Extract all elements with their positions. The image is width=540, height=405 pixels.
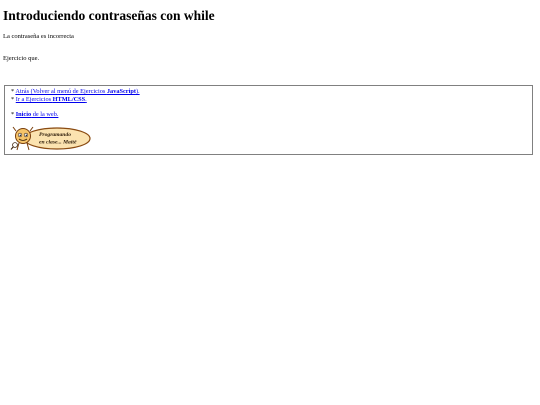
navigation-box: * Atrás (Volver al menú de Ejercicios Ja… bbox=[4, 85, 533, 155]
page-title: Introduciendo contraseñas con while bbox=[3, 8, 215, 23]
back-link-line: * Atrás (Volver al menú de Ejercicios Ja… bbox=[11, 88, 140, 96]
home-link-line: * Inicio de la web. bbox=[11, 111, 58, 119]
home-link-bold: Inicio bbox=[15, 111, 32, 118]
bullet: * bbox=[11, 88, 15, 95]
html-link-line: * Ir a Ejercicios HTML/CSS. bbox=[11, 96, 87, 104]
programando-en-clase-logo[interactable]: Programando en clase... Maitê bbox=[9, 125, 92, 152]
logo-line-1: Programando bbox=[39, 132, 71, 138]
back-to-javascript-link[interactable]: Atrás (Volver al menú de Ejercicios Java… bbox=[15, 88, 139, 95]
cartoon-character-icon bbox=[10, 126, 34, 151]
exercise-text: Ejercicio que. bbox=[3, 55, 40, 62]
html-link-end: . bbox=[85, 96, 87, 103]
home-link[interactable]: Inicio de la web. bbox=[16, 111, 59, 118]
home-link-text: de la web. bbox=[31, 111, 59, 118]
bullet: * bbox=[11, 111, 15, 118]
html-css-exercises-link[interactable]: Ir a Ejercicios HTML/CSS. bbox=[16, 96, 87, 103]
html-link-text: Ir a Ejercicios bbox=[15, 96, 53, 103]
bullet: * bbox=[11, 96, 15, 103]
logo-line-2: en clase... Maitê bbox=[39, 140, 77, 146]
password-status-message: La contraseña es incorrecta bbox=[3, 33, 74, 40]
html-link-bold: HTML/CSS bbox=[52, 96, 86, 103]
back-link-bold: JavaScript bbox=[106, 88, 136, 95]
back-link-text: Atrás (Volver al menú de Ejercicios bbox=[15, 88, 107, 95]
page: Introduciendo contraseñas con while La c… bbox=[0, 0, 540, 405]
back-link-end: ). bbox=[135, 88, 140, 95]
